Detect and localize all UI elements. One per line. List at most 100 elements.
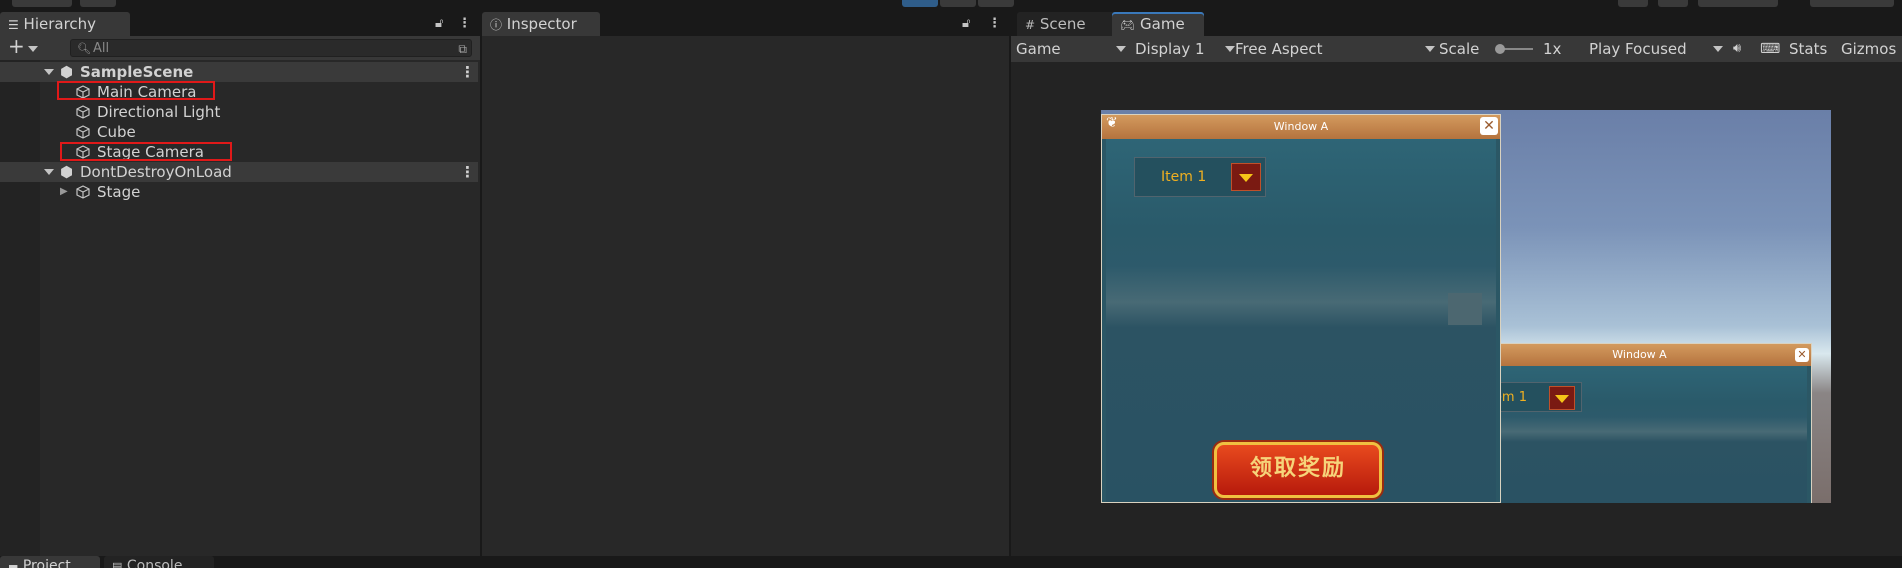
tab-label: Project: [22, 558, 71, 568]
aspect-dropdown[interactable]: Free Aspect: [1235, 36, 1435, 62]
tab-scene[interactable]: # Scene: [1017, 12, 1117, 37]
scene-row-dontdestroyonload[interactable]: ⬢ DontDestroyOnLoad ⋮: [0, 162, 478, 182]
list-icon: ☰: [8, 18, 19, 32]
tab-inspector[interactable]: ⓘ Inspector: [482, 12, 600, 37]
claim-reward-button[interactable]: 领取奖励: [1214, 442, 1382, 498]
pause-button[interactable]: [940, 0, 976, 7]
scale-slider[interactable]: Scale 1x: [1439, 36, 1565, 62]
inspector-tabbar: ⓘ Inspector 🔓︎ ⋮: [482, 11, 1009, 37]
add-button[interactable]: +: [8, 34, 25, 58]
grid-icon: #: [1025, 18, 1036, 32]
scene-name: DontDestroyOnLoad: [80, 163, 232, 181]
dropdown-arrow-button[interactable]: [1231, 163, 1261, 191]
search-input[interactable]: 🔍︎ All ⧉: [70, 39, 472, 57]
toolbar-button[interactable]: [1618, 0, 1648, 7]
more-menu-icon[interactable]: ⋮: [460, 62, 475, 82]
chevron-right-icon[interactable]: ▶: [60, 182, 68, 202]
audio-mute-icon[interactable]: 🔊︎: [1733, 36, 1741, 62]
chevron-down-icon[interactable]: [44, 169, 54, 175]
window-title: Window A: [1273, 120, 1329, 133]
tab-label: Inspector: [506, 15, 577, 33]
toolbar-button[interactable]: [1810, 0, 1894, 7]
gameobject-cube-icon: [76, 125, 90, 139]
chevron-down-icon[interactable]: [44, 69, 54, 75]
scroll-handle[interactable]: [1448, 293, 1482, 325]
search-filter-icon[interactable]: ⧉: [458, 40, 467, 58]
highlight-box: [60, 142, 232, 161]
scene-row-samplescene[interactable]: ⬢ SampleScene ⋮: [0, 62, 478, 82]
display-dropdown-label: Display 1: [1135, 40, 1205, 58]
play-mode-label: Play Focused: [1589, 40, 1687, 58]
keyboard-icon[interactable]: ⌨︎: [1760, 36, 1780, 62]
hierarchy-item[interactable]: Directional Light: [0, 102, 478, 122]
play-mode-dropdown[interactable]: Play Focused: [1589, 36, 1729, 62]
ornament-icon: ❦: [1106, 115, 1118, 131]
top-toolbar-strip: [0, 0, 1902, 12]
toolbar-button[interactable]: [1698, 0, 1778, 7]
scale-value: 1x: [1543, 40, 1562, 58]
close-icon[interactable]: ✕: [1480, 117, 1498, 135]
folder-icon: ▬: [8, 560, 19, 568]
window-titlebar[interactable]: Window A: [1102, 115, 1500, 139]
toolbar-button[interactable]: [1658, 0, 1688, 7]
play-button[interactable]: [902, 0, 938, 7]
window-panel[interactable]: Window A ✕ Item 1: [1467, 343, 1812, 503]
chevron-down-icon: [1713, 46, 1723, 52]
item-label: Directional Light: [97, 103, 221, 121]
tab-label: Hierarchy: [23, 15, 97, 33]
console-icon: ▤: [112, 560, 123, 568]
slider-thumb[interactable]: [1495, 44, 1505, 54]
unity-scene-icon: ⬢: [60, 163, 74, 181]
gameobject-cube-icon: [76, 185, 90, 199]
window-titlebar[interactable]: Window A: [1468, 344, 1811, 366]
tab-label: Scene: [1039, 15, 1086, 33]
lock-icon[interactable]: 🔓︎: [435, 11, 443, 36]
game-toolbar: Game Display 1 Free Aspect Scale 1x Play…: [1011, 36, 1902, 62]
highlight-box: [57, 81, 215, 100]
more-menu-icon[interactable]: ⋮: [458, 11, 471, 36]
window-panel[interactable]: Window A ❦ ✕ Item 1 领取奖励: [1101, 114, 1501, 503]
hierarchy-item[interactable]: Cube: [0, 122, 478, 142]
chevron-down-icon: [1425, 46, 1435, 52]
dropdown-value: Item 1: [1161, 169, 1207, 185]
more-menu-icon[interactable]: ⋮: [988, 11, 1001, 36]
chevron-down-icon: [1225, 46, 1235, 52]
tab-console[interactable]: ▤ Console: [104, 556, 214, 568]
item-label: Cube: [97, 123, 136, 141]
lock-icon[interactable]: 🔓︎: [962, 11, 970, 36]
hierarchy-tabbar: ☰ Hierarchy 🔓︎ ⋮: [0, 11, 480, 37]
close-icon[interactable]: ✕: [1795, 348, 1809, 362]
bottom-tabbar: ▬ Project ▤ Console: [0, 556, 1902, 568]
toolbar-button[interactable]: [80, 0, 116, 7]
more-menu-icon[interactable]: ⋮: [460, 162, 475, 182]
hierarchy-item[interactable]: ▶ Stage: [0, 182, 478, 202]
tab-project[interactable]: ▬ Project: [0, 556, 100, 568]
aspect-dropdown-label: Free Aspect: [1235, 40, 1323, 58]
window-title: Window A: [1612, 348, 1667, 361]
hierarchy-toolbar: + 🔍︎ All ⧉: [0, 34, 480, 60]
toolbar-button[interactable]: [12, 0, 72, 7]
game-tabbar: # Scene 🎮︎ Game: [1011, 12, 1902, 37]
unity-scene-icon: ⬢: [60, 63, 74, 81]
dropdown-arrow-button[interactable]: [1549, 386, 1575, 410]
view-dropdown[interactable]: Game: [1016, 36, 1128, 62]
chevron-down-icon: [1555, 395, 1569, 403]
game-viewport[interactable]: Window A ✕ Item 1 Window A ❦ ✕ Item 1 领取…: [1101, 110, 1831, 503]
info-icon: ⓘ: [490, 18, 503, 32]
chevron-down-icon: [1239, 174, 1253, 182]
tab-game[interactable]: 🎮︎ Game: [1112, 12, 1204, 37]
item-dropdown[interactable]: Item 1: [1134, 157, 1266, 197]
step-button[interactable]: [978, 0, 1014, 7]
gameobject-cube-icon: [76, 105, 90, 119]
chevron-down-icon[interactable]: [28, 46, 38, 52]
display-dropdown[interactable]: Display 1: [1135, 36, 1235, 62]
scale-label: Scale: [1439, 40, 1480, 58]
gizmos-button[interactable]: Gizmos: [1841, 36, 1896, 62]
tab-label: Console: [126, 558, 183, 568]
hierarchy-panel: + 🔍︎ All ⧉ ⬢ SampleScene ⋮ Main Camera D…: [0, 34, 480, 556]
tab-label: Game: [1140, 15, 1185, 33]
view-dropdown-label: Game: [1016, 40, 1061, 58]
item-label: Stage: [97, 183, 141, 201]
stats-button[interactable]: Stats: [1789, 36, 1827, 62]
search-placeholder: All: [93, 41, 110, 56]
